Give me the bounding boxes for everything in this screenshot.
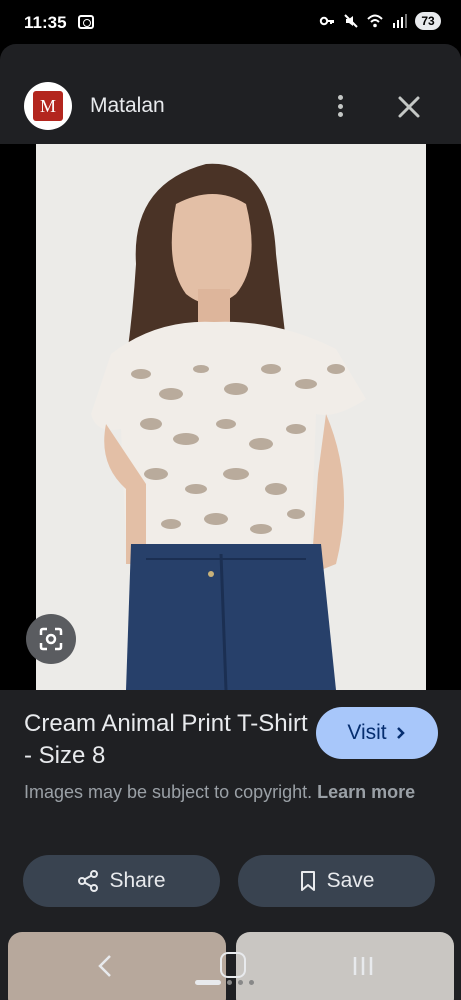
site-logo[interactable]: M: [24, 82, 72, 130]
home-icon[interactable]: [220, 952, 246, 978]
visit-button[interactable]: Visit: [316, 707, 438, 759]
key-icon: [319, 16, 334, 26]
gesture-handle: [195, 978, 265, 986]
save-button[interactable]: Save: [238, 855, 435, 907]
status-bar: 11:35 73: [0, 0, 461, 44]
copyright-notice: Images may be subject to copyright. Lear…: [24, 779, 424, 806]
image-area: [0, 144, 461, 690]
mute-icon: [344, 14, 358, 28]
system-nav-bar: [0, 948, 461, 1000]
site-logo-letter: M: [33, 91, 63, 121]
viewer-header: M Matalan: [0, 44, 461, 144]
recents-icon[interactable]: [350, 954, 376, 978]
status-icons: 73: [319, 12, 441, 30]
result-title: Cream Animal Print T-Shirt - Size 8: [24, 710, 308, 769]
save-label: Save: [326, 869, 375, 892]
wifi-icon: [367, 14, 383, 28]
bookmark-icon: [300, 871, 315, 891]
back-icon[interactable]: [92, 952, 120, 980]
product-photo: [36, 144, 426, 690]
status-time: 11:35: [24, 13, 67, 32]
cast-icon: [78, 15, 94, 29]
copyright-text: Images may be subject to copyright.: [24, 782, 313, 802]
share-button[interactable]: Share: [23, 855, 220, 907]
learn-more-link[interactable]: Learn more: [317, 782, 415, 802]
lens-search-button[interactable]: [26, 614, 76, 664]
share-label: Share: [109, 869, 166, 892]
visit-label: Visit: [347, 721, 387, 744]
battery-indicator: 73: [415, 12, 441, 30]
share-icon: [78, 870, 99, 892]
site-name[interactable]: Matalan: [90, 94, 165, 118]
chevron-right-icon: [396, 727, 405, 739]
product-image[interactable]: [36, 144, 426, 690]
signal-icon: [393, 14, 407, 28]
more-vert-icon[interactable]: [326, 92, 354, 120]
lens-icon: [39, 627, 63, 651]
close-icon[interactable]: [394, 92, 424, 122]
